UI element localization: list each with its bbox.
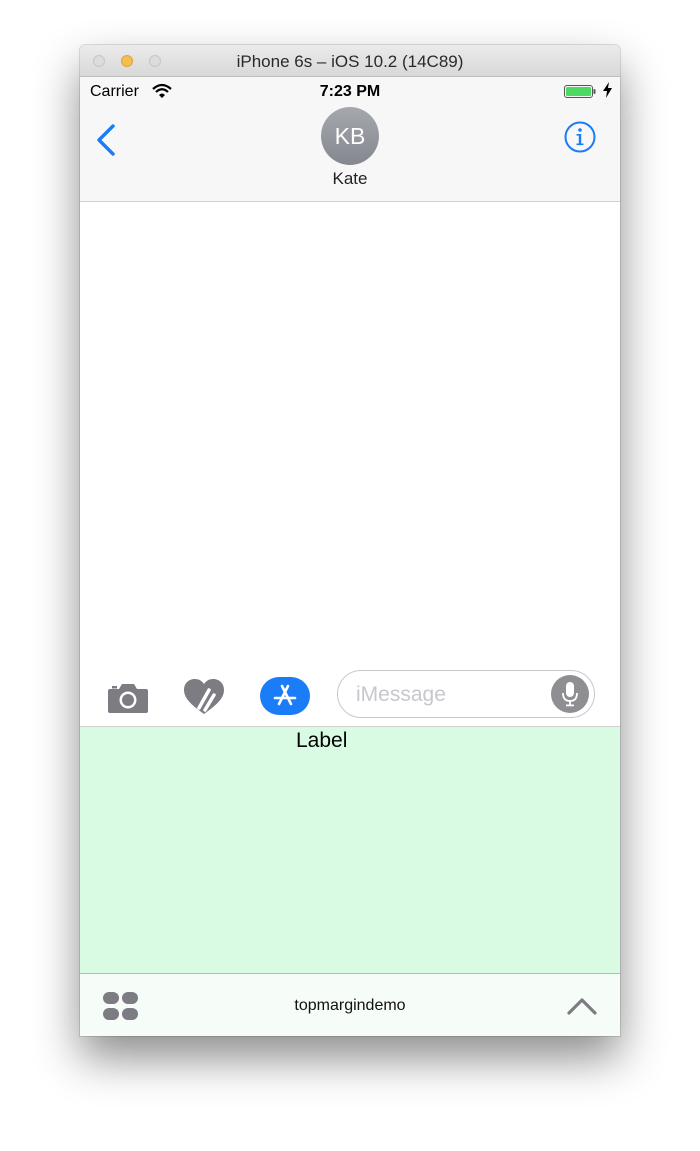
digital-touch-heart-icon[interactable] xyxy=(183,678,225,716)
chevron-up-icon[interactable] xyxy=(566,996,598,1016)
battery-icon xyxy=(564,85,596,98)
app-store-button[interactable] xyxy=(260,677,310,715)
imessage-placeholder: iMessage xyxy=(356,683,446,706)
camera-icon[interactable] xyxy=(107,680,149,714)
charging-bolt-icon xyxy=(603,82,612,98)
info-icon[interactable] xyxy=(564,121,596,153)
contact-name[interactable]: Kate xyxy=(80,169,620,189)
simulator-window: iPhone 6s – iOS 10.2 (14C89) Carrier 7:2… xyxy=(80,45,620,1036)
back-chevron-icon[interactable] xyxy=(94,123,118,157)
contact-avatar[interactable]: KB xyxy=(321,107,379,165)
app-drawer-title: topmargindemo xyxy=(294,997,406,1014)
imessage-extension-view: Label xyxy=(80,727,620,973)
message-transcript[interactable] xyxy=(80,202,620,668)
app-drawer-bar: topmargindemo xyxy=(80,973,620,1036)
conversation-header: KB Kate xyxy=(80,105,620,202)
imessage-input[interactable]: iMessage xyxy=(337,670,595,718)
app-store-icon xyxy=(273,684,297,706)
extension-label: Label xyxy=(296,729,348,752)
microphone-icon xyxy=(562,682,578,707)
window-title: iPhone 6s – iOS 10.2 (14C89) xyxy=(236,52,464,71)
message-composer: iMessage xyxy=(80,668,620,727)
phone-screen: Carrier 7:23 PM KB Kate iMessage Label t… xyxy=(80,77,620,1036)
status-bar: Carrier 7:23 PM xyxy=(80,77,620,105)
dictation-button[interactable] xyxy=(551,675,589,713)
window-titlebar: iPhone 6s – iOS 10.2 (14C89) xyxy=(80,45,620,77)
status-time: 7:23 PM xyxy=(319,83,381,100)
